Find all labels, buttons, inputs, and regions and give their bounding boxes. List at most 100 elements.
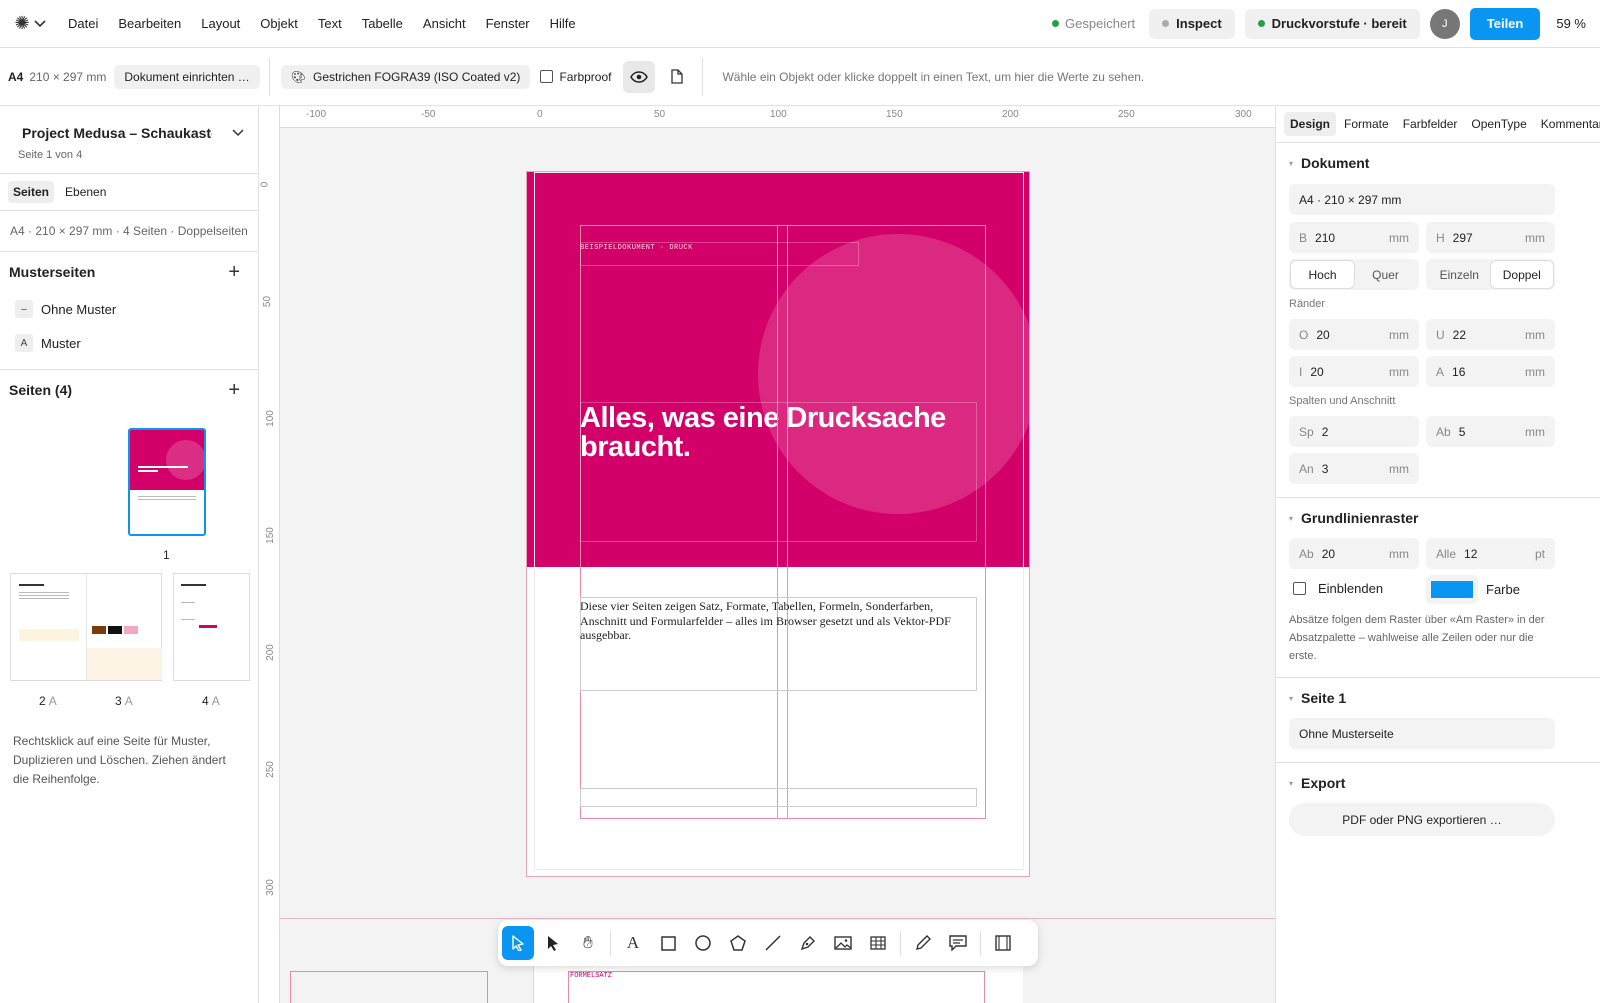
tab-seiten[interactable]: Seiten [8, 181, 55, 203]
table-tool[interactable] [862, 926, 894, 960]
page-thumb-1[interactable] [128, 428, 206, 536]
section-export[interactable]: ▾ Export [1276, 763, 1345, 803]
ruler-vertical[interactable]: 0 50 100 150 200 250 300 [259, 106, 280, 1003]
footer-frame[interactable] [580, 788, 977, 807]
tab-ebenen[interactable]: Ebenen [60, 181, 111, 203]
rectangle-tool[interactable] [652, 926, 684, 960]
tab-formate[interactable]: Formate [1338, 112, 1395, 136]
columns-field[interactable]: Sp 2 [1289, 416, 1419, 447]
direct-select-tool[interactable] [537, 926, 569, 960]
project-switcher[interactable]: Project Medusa – Schaukasten [0, 106, 258, 141]
grid-increment-field[interactable]: Alle 12 pt [1426, 538, 1555, 569]
menu-fenster[interactable]: Fenster [476, 16, 540, 31]
orientation-landscape[interactable]: Quer [1354, 261, 1417, 288]
page-master-select[interactable]: Ohne Musterseite [1289, 718, 1555, 749]
line-tool[interactable] [757, 926, 789, 960]
section-baseline-grid[interactable]: ▾ Grundlinienraster [1276, 498, 1418, 538]
page-thumb-spread-2-3[interactable] [10, 573, 162, 681]
color-proof-checkbox[interactable] [540, 70, 554, 83]
margin-outer-field[interactable]: A 16 mm [1426, 356, 1555, 387]
menu-objekt[interactable]: Objekt [250, 16, 308, 31]
app-menu-button[interactable]: ✺ [6, 0, 54, 48]
menu-layout[interactable]: Layout [191, 16, 250, 31]
divider [702, 57, 704, 96]
field-unit: pt [1534, 546, 1545, 561]
document-page[interactable]: BEISPIELDOKUMENT · DRUCK Alles, was eine… [526, 171, 1030, 877]
select-tool[interactable] [502, 926, 534, 960]
field-value: 20 [1321, 546, 1336, 561]
pencil-tool[interactable] [907, 926, 939, 960]
context-toolbar: A4 210 × 297 mm Dokument einrichten … 🎨︎… [0, 48, 1600, 106]
image-tool[interactable] [827, 926, 859, 960]
show-grid-checkbox[interactable] [1293, 582, 1306, 595]
share-button[interactable]: Teilen [1469, 7, 1541, 40]
document-format-field[interactable]: A4 · 210 × 297 mm [1289, 184, 1555, 215]
tab-opentype[interactable]: OpenType [1465, 112, 1532, 136]
zoom-level[interactable]: 59 % [1556, 16, 1586, 31]
color-proof-toggle[interactable]: Farbproof [540, 70, 611, 84]
inspect-button[interactable]: Inspect [1149, 8, 1235, 39]
body-text[interactable]: Diese vier Seiten zeigen Satz, Formate, … [580, 599, 978, 643]
section-page[interactable]: ▾ Seite 1 [1276, 678, 1346, 718]
orientation-portrait[interactable]: Hoch [1291, 261, 1354, 288]
margin-top-field[interactable]: O 20 mm [1289, 319, 1419, 350]
menu-tabelle[interactable]: Tabelle [352, 16, 413, 31]
tab-design[interactable]: Design [1284, 112, 1337, 136]
margin-inner-field[interactable]: I 20 mm [1289, 356, 1419, 387]
comment-tool[interactable] [942, 926, 974, 960]
hand-tool[interactable]: ✋︎ [572, 926, 604, 960]
select-arrow-icon [512, 935, 524, 951]
width-field[interactable]: B 210 mm [1289, 222, 1419, 253]
prepress-button[interactable]: Druckvorstufe · bereit [1244, 8, 1420, 39]
show-grid-toggle[interactable]: Einblenden [1293, 581, 1383, 596]
pen-tool[interactable] [792, 926, 824, 960]
section-dokument[interactable]: ▾ Dokument [1276, 143, 1600, 183]
master-item-none[interactable]: – Ohne Muster [0, 292, 258, 326]
page-thumb-4[interactable] [173, 573, 250, 681]
thumb-block [87, 648, 162, 680]
color-profile-button[interactable]: 🎨︎ Gestrichen FOGRA39 (ISO Coated v2) [280, 64, 531, 89]
top-bar: ✺ Datei Bearbeiten Layout Objekt Text Ta… [0, 0, 1600, 48]
document-setup-button[interactable]: Dokument einrichten … [114, 64, 260, 89]
menu-bearbeiten[interactable]: Bearbeiten [108, 16, 191, 31]
field-value: 5 [1458, 424, 1466, 439]
grid-start-field[interactable]: Ab 20 mm [1289, 538, 1419, 569]
text-tool[interactable]: A [617, 926, 649, 960]
menu-datei[interactable]: Datei [58, 16, 108, 31]
frame-tool[interactable] [987, 926, 1019, 960]
preview-toggle[interactable] [623, 60, 656, 93]
eye-icon [630, 70, 649, 83]
polygon-tool[interactable] [722, 926, 754, 960]
page-view-button[interactable] [661, 61, 693, 93]
chevron-down-icon [33, 19, 46, 27]
mode-single[interactable]: Einzeln [1428, 261, 1491, 288]
tab-farbfelder[interactable]: Farbfelder [1397, 112, 1464, 136]
height-field[interactable]: H 297 mm [1426, 222, 1555, 253]
ellipse-tool[interactable] [687, 926, 719, 960]
menu-text[interactable]: Text [308, 16, 352, 31]
menu-ansicht[interactable]: Ansicht [413, 16, 476, 31]
text-frame[interactable] [580, 402, 977, 542]
master-item-a[interactable]: A Muster [0, 326, 258, 360]
next-page-label: FORMELSATZ [570, 972, 613, 980]
add-master-icon[interactable]: + [228, 261, 240, 284]
text-frame[interactable] [580, 242, 859, 266]
tab-kommentare[interactable]: Kommentare [1535, 112, 1600, 136]
margin-bottom-field[interactable]: U 22 mm [1426, 319, 1555, 350]
menu-hilfe[interactable]: Hilfe [540, 16, 586, 31]
add-page-icon[interactable]: + [228, 379, 240, 402]
mode-spread[interactable]: Doppel [1490, 261, 1553, 288]
field-value: 22 [1452, 327, 1467, 342]
bleed-field[interactable]: An 3 mm [1289, 453, 1419, 484]
export-button[interactable]: PDF oder PNG exportieren … [1289, 803, 1555, 836]
gutter-field[interactable]: Ab 5 mm [1426, 416, 1555, 447]
palette-icon: 🎨︎ [290, 69, 307, 84]
grid-color-swatch[interactable] [1426, 575, 1478, 604]
thumb-swatch [124, 626, 138, 634]
ruler-horizontal[interactable]: -100 -50 0 50 100 150 200 250 300 [280, 106, 1275, 128]
field-unit: mm [1525, 364, 1545, 379]
field-key: O [1299, 327, 1309, 342]
thumb-text [19, 592, 69, 593]
caret-down-icon: ▾ [1289, 778, 1294, 788]
avatar[interactable]: J [1429, 8, 1460, 39]
